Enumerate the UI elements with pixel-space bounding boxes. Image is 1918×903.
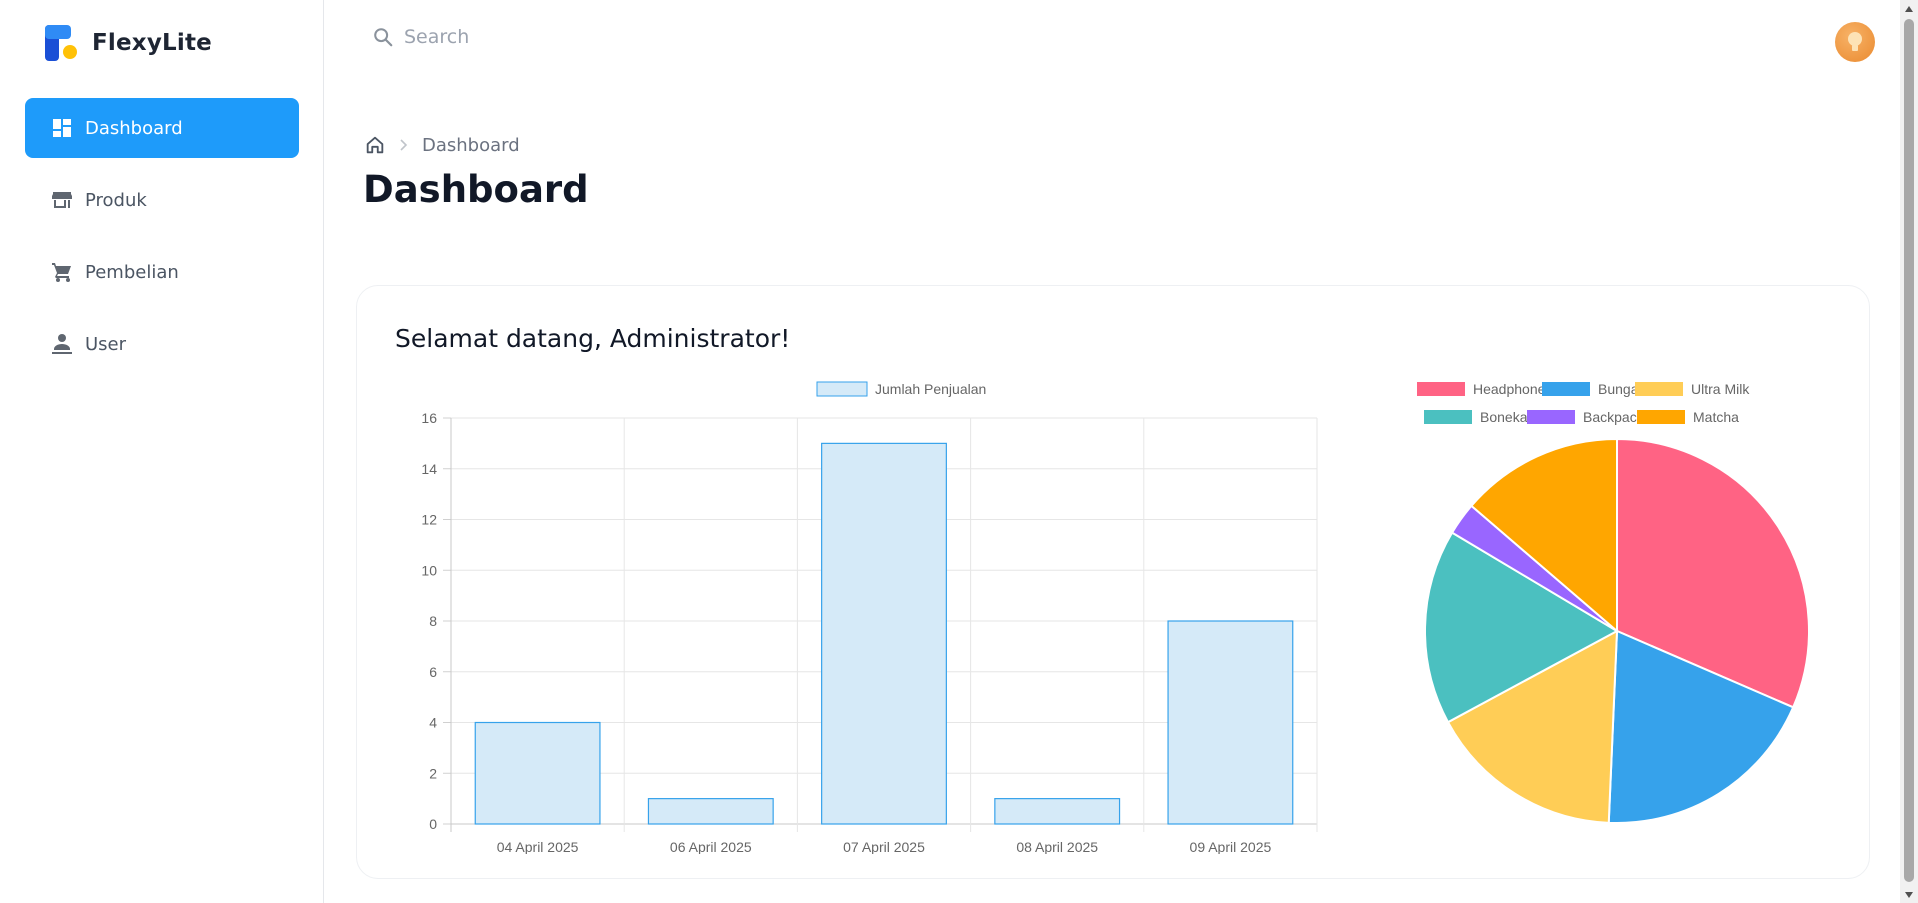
welcome-message: Selamat datang, Administrator! bbox=[395, 324, 791, 353]
user-icon bbox=[49, 331, 75, 357]
y-tick-label: 14 bbox=[421, 461, 437, 477]
y-tick-label: 4 bbox=[429, 715, 437, 731]
y-tick-label: 10 bbox=[421, 562, 437, 578]
sales-bar-chart: Jumlah Penjualan 0 2 4 6 8 10 12 14 16 04 April 20… bbox=[421, 381, 1318, 854]
sidebar-item-user[interactable]: User bbox=[25, 314, 299, 374]
bar bbox=[647, 798, 774, 825]
brand-name: FlexyLite bbox=[92, 30, 212, 56]
scroll-down-arrow-icon[interactable] bbox=[1900, 886, 1918, 903]
product-pie-chart: Headphone Bunga Ultra Milk Boneka Backpack Ma… bbox=[1417, 381, 1810, 824]
search-icon bbox=[374, 28, 393, 47]
scroll-up-arrow-icon[interactable] bbox=[1900, 0, 1918, 17]
x-tick-label: 09 April 2025 bbox=[1190, 839, 1272, 854]
search-input[interactable]: Search bbox=[372, 26, 469, 48]
app-window: FlexyLite Dashboard Produk Pembelian Use… bbox=[0, 0, 1918, 903]
y-tick-label: 0 bbox=[429, 816, 437, 832]
legend-label: Matcha bbox=[1693, 409, 1739, 425]
sidebar-item-label: Dashboard bbox=[85, 117, 183, 139]
bar bbox=[821, 442, 947, 825]
x-tick-label: 04 April 2025 bbox=[497, 839, 579, 854]
legend-swatch bbox=[1424, 410, 1472, 424]
sidebar-item-label: Produk bbox=[85, 189, 147, 211]
y-tick-label: 2 bbox=[429, 765, 437, 781]
dashboard-icon bbox=[49, 115, 75, 141]
legend-label: Jumlah Penjualan bbox=[875, 381, 986, 397]
brand-logo[interactable]: FlexyLite bbox=[44, 24, 212, 62]
lightbulb-icon bbox=[1848, 32, 1862, 51]
legend-swatch bbox=[1542, 382, 1590, 396]
legend-swatch bbox=[1637, 410, 1685, 424]
search-placeholder: Search bbox=[404, 26, 470, 48]
sidebar: FlexyLite Dashboard Produk Pembelian Use… bbox=[0, 0, 324, 903]
y-tick-label: 8 bbox=[429, 613, 437, 629]
y-tick-label: 12 bbox=[421, 512, 437, 528]
breadcrumb: Dashboard bbox=[364, 134, 520, 156]
legend-swatch bbox=[1635, 382, 1683, 396]
legend-label: Headphone bbox=[1473, 381, 1546, 397]
y-tick-label: 16 bbox=[421, 410, 437, 426]
scroll-thumb[interactable] bbox=[1904, 19, 1914, 882]
x-tick-label: 08 April 2025 bbox=[1016, 839, 1098, 854]
legend-label: Bunga bbox=[1598, 381, 1639, 397]
legend-label: Ultra Milk bbox=[1691, 381, 1750, 397]
page-title: Dashboard bbox=[363, 168, 589, 211]
pie-legend: Headphone Bunga Ultra Milk Boneka Backpack Ma… bbox=[1417, 381, 1750, 425]
cart-icon bbox=[49, 259, 75, 285]
avatar[interactable] bbox=[1835, 22, 1875, 62]
bar bbox=[994, 798, 1121, 825]
sidebar-item-dashboard[interactable]: Dashboard bbox=[25, 98, 299, 158]
legend-label: Backpack bbox=[1583, 409, 1645, 425]
sidebar-item-label: Pembelian bbox=[85, 261, 179, 283]
sidebar-item-produk[interactable]: Produk bbox=[25, 170, 299, 230]
chevron-right-icon bbox=[400, 139, 408, 151]
legend-swatch bbox=[816, 381, 868, 397]
chart-legend: Jumlah Penjualan bbox=[816, 381, 986, 397]
sidebar-item-label: User bbox=[85, 333, 127, 355]
breadcrumb-current: Dashboard bbox=[422, 134, 520, 156]
dashboard-card: Selamat datang, Administrator! Jumlah Pe… bbox=[356, 285, 1870, 879]
x-tick-label: 07 April 2025 bbox=[843, 839, 925, 854]
y-tick-label: 6 bbox=[429, 664, 437, 680]
x-tick-label: 06 April 2025 bbox=[670, 839, 752, 854]
sidebar-nav: Dashboard Produk Pembelian User bbox=[25, 98, 299, 386]
flexylite-logo-icon bbox=[45, 25, 77, 61]
bar bbox=[1167, 620, 1294, 825]
legend-swatch bbox=[1527, 410, 1575, 424]
legend-label: Boneka bbox=[1480, 409, 1528, 425]
home-icon[interactable] bbox=[364, 134, 386, 156]
sidebar-item-pembelian[interactable]: Pembelian bbox=[25, 242, 299, 302]
legend-swatch bbox=[1417, 382, 1465, 396]
scrollbar[interactable] bbox=[1900, 0, 1918, 903]
bar bbox=[474, 721, 601, 825]
store-icon bbox=[49, 187, 75, 213]
